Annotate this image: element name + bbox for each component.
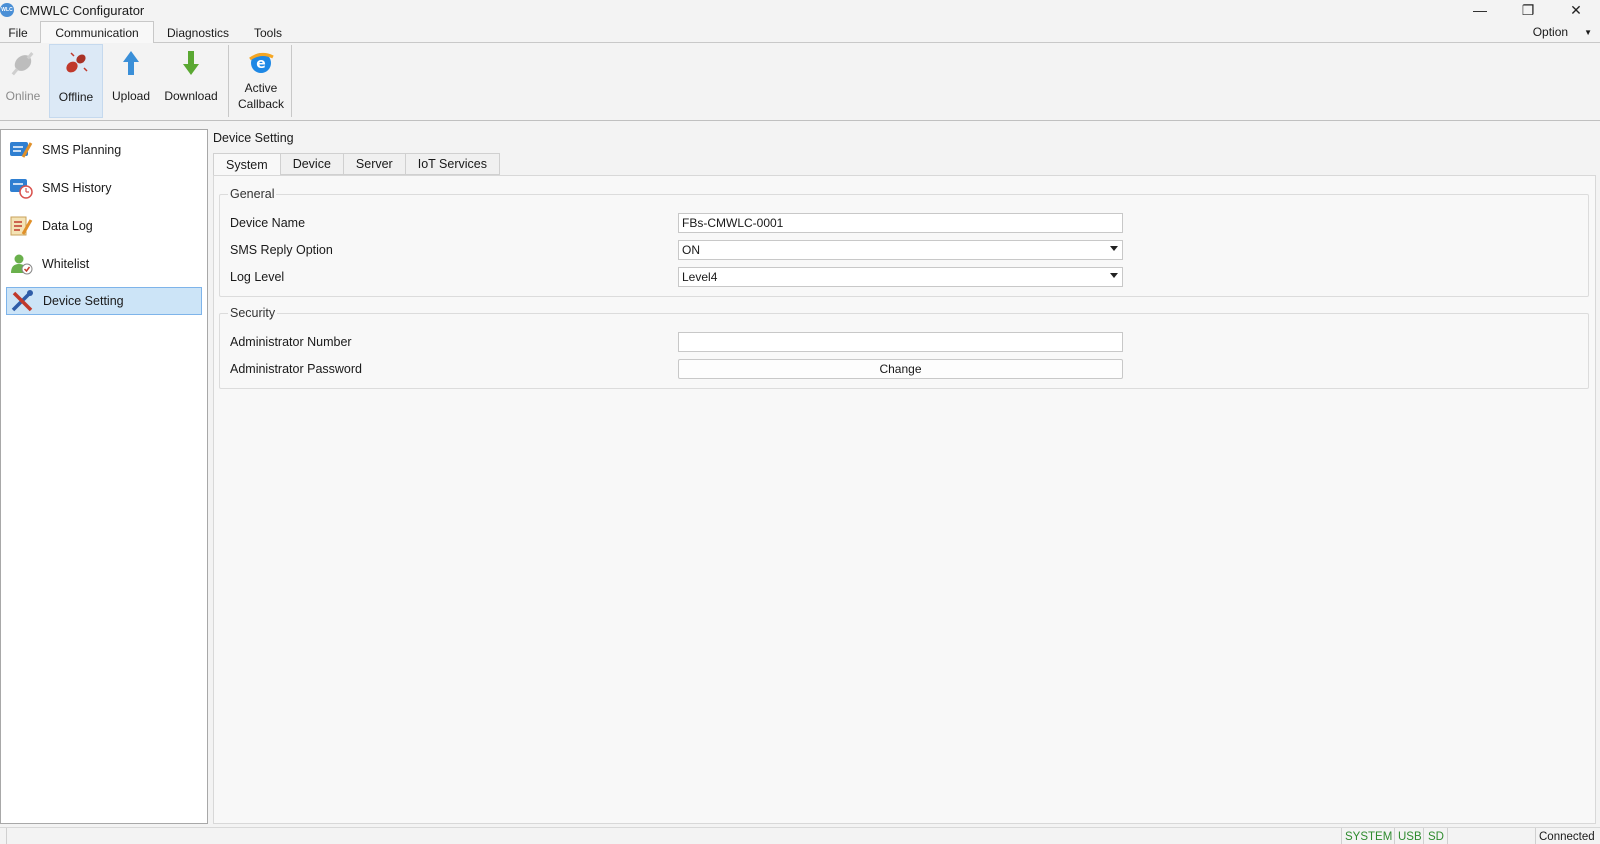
sms-reply-option-value: ON	[682, 243, 700, 257]
sidebar-item-sms-history[interactable]: SMS History	[6, 174, 202, 202]
administrator-password-label: Administrator Password	[230, 362, 362, 376]
arrow-down-icon	[176, 48, 206, 78]
device-name-value: FBs-CMWLC-0001	[682, 216, 784, 230]
status-divider	[1535, 828, 1536, 844]
status-divider	[6, 828, 7, 844]
status-system: SYSTEM	[1345, 830, 1393, 843]
browser-e-icon: e	[246, 48, 276, 78]
online-button[interactable]: Online	[0, 44, 46, 118]
minimize-button[interactable]: —	[1456, 0, 1504, 20]
menu-tab-diagnostics[interactable]: Diagnostics	[154, 21, 242, 43]
sidebar-item-label: Device Setting	[43, 294, 124, 308]
active-callback-line2: Callback	[237, 97, 285, 111]
menu-tab-communication[interactable]: Communication	[40, 21, 154, 44]
upload-label: Upload	[111, 89, 151, 103]
tab-iot-services[interactable]: IoT Services	[405, 153, 500, 175]
security-group: Security Administrator Number Administra…	[219, 306, 1589, 389]
close-button[interactable]: ✕	[1552, 0, 1600, 20]
change-password-button[interactable]: Change	[678, 359, 1123, 379]
security-group-legend: Security	[228, 306, 278, 320]
status-divider	[1341, 828, 1342, 844]
offline-label: Offline	[58, 90, 94, 104]
app-logo-icon: WLC	[0, 3, 14, 17]
arrow-up-icon	[116, 48, 146, 78]
tab-server[interactable]: Server	[343, 153, 406, 175]
window-controls: — ❐ ✕	[1456, 0, 1600, 20]
status-divider	[1394, 828, 1395, 844]
svg-text:e: e	[256, 56, 266, 72]
restore-button[interactable]: ❐	[1504, 0, 1552, 20]
dropdown-arrow-icon	[1110, 273, 1118, 278]
upload-button[interactable]: Upload	[106, 44, 156, 118]
download-label: Download	[164, 89, 218, 103]
tools-icon	[9, 288, 35, 314]
menu-tab-file[interactable]: File	[0, 21, 36, 43]
general-group-legend: General	[228, 187, 277, 201]
active-callback-line1: Active	[244, 81, 278, 95]
log-level-label: Log Level	[230, 270, 285, 284]
sidebar-item-sms-planning[interactable]: SMS Planning	[6, 136, 202, 164]
ribbon-separator	[228, 45, 229, 117]
system-tab-panel: General Device Name FBs-CMWLC-0001 SMS R…	[213, 175, 1596, 824]
administrator-number-label: Administrator Number	[230, 335, 352, 349]
sms-reply-option-select[interactable]: ON	[678, 240, 1123, 260]
sidebar-item-device-setting[interactable]: Device Setting	[6, 287, 202, 315]
plug-connect-icon	[8, 48, 38, 78]
data-log-icon	[8, 213, 34, 239]
general-group: General Device Name FBs-CMWLC-0001 SMS R…	[219, 187, 1589, 297]
menu-bar: File Communication Diagnostics Tools Opt…	[0, 21, 1600, 44]
status-bar: SYSTEM USB SD Connected	[0, 827, 1600, 844]
log-level-value: Level4	[682, 270, 718, 284]
offline-button[interactable]: Offline	[49, 44, 103, 118]
download-button[interactable]: Download	[159, 44, 223, 118]
sms-history-icon	[8, 175, 34, 201]
sidebar-item-label: SMS Planning	[42, 143, 122, 157]
option-menu-label: Option	[1532, 25, 1569, 39]
status-divider	[1447, 828, 1448, 844]
plug-disconnect-icon	[61, 49, 91, 79]
sidebar: SMS Planning SMS History Data Log Whitel…	[0, 129, 208, 824]
tab-device[interactable]: Device	[280, 153, 344, 175]
settings-tabs: System Device Server IoT Services	[213, 153, 500, 176]
sidebar-item-whitelist[interactable]: Whitelist	[6, 250, 202, 278]
status-sd: SD	[1428, 830, 1444, 843]
device-name-label: Device Name	[230, 216, 306, 230]
tab-system[interactable]: System	[213, 153, 281, 176]
option-menu[interactable]: Option ▼	[1533, 21, 1592, 43]
sms-reply-option-label: SMS Reply Option	[230, 243, 333, 257]
online-label: Online	[5, 89, 41, 103]
dropdown-arrow-icon	[1110, 246, 1118, 251]
ribbon-toolbar: Online Offline Upload Download e Active …	[0, 43, 1600, 121]
sidebar-item-label: Data Log	[42, 219, 93, 233]
sms-planning-icon	[8, 137, 34, 163]
status-divider	[1423, 828, 1424, 844]
administrator-number-input[interactable]	[678, 332, 1123, 352]
ribbon-separator	[291, 45, 292, 117]
title-bar: WLC CMWLC Configurator — ❐ ✕	[0, 0, 1600, 20]
sidebar-item-label: SMS History	[42, 181, 112, 195]
window-title: CMWLC Configurator	[20, 2, 145, 18]
sidebar-item-data-log[interactable]: Data Log	[6, 212, 202, 240]
page-title: Device Setting	[213, 131, 294, 145]
log-level-select[interactable]: Level4	[678, 267, 1123, 287]
active-callback-button[interactable]: e Active Callback	[231, 44, 291, 118]
caret-down-icon: ▼	[1584, 27, 1592, 37]
device-name-input[interactable]: FBs-CMWLC-0001	[678, 213, 1123, 233]
status-connection: Connected	[1539, 830, 1595, 843]
main-panel: Device Setting System Device Server IoT …	[209, 129, 1600, 824]
whitelist-user-icon	[8, 251, 34, 277]
menu-tab-tools[interactable]: Tools	[242, 21, 294, 43]
status-usb: USB	[1398, 830, 1422, 843]
sidebar-item-label: Whitelist	[42, 257, 90, 271]
active-callback-label: Active Callback	[238, 80, 284, 112]
